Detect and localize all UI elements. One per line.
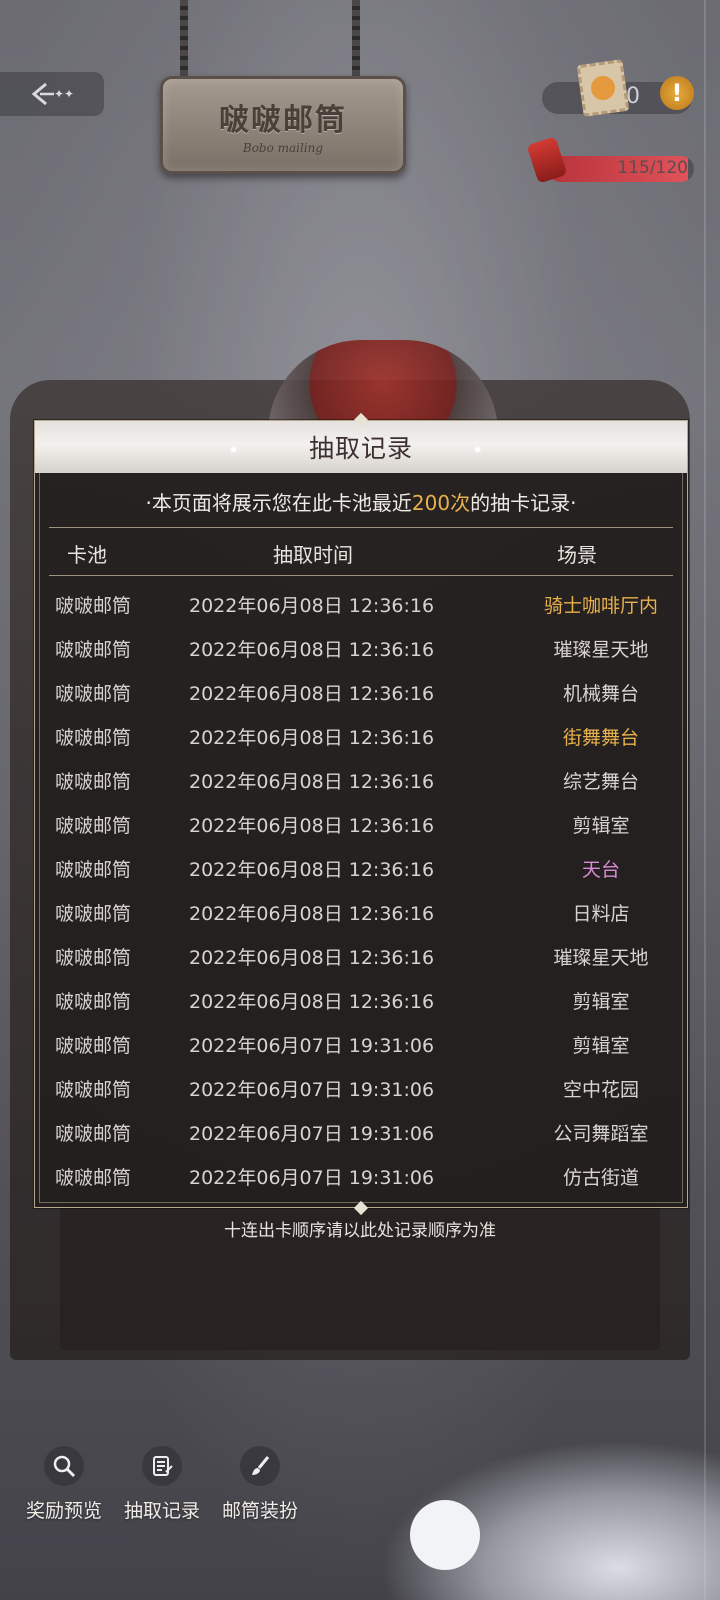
cell-scene: 公司舞蹈室 <box>553 1123 649 1145</box>
cell-scene: 天台 <box>581 859 620 881</box>
dialog-header: 抽取记录 <box>35 421 687 473</box>
column-header-pool: 卡池 <box>67 543 107 567</box>
nav-label: 抽取记录 <box>123 1500 200 1522</box>
svg-text:✦✦: ✦✦ <box>54 87 74 101</box>
cell-time: 2022年06月08日 12:36:16 <box>189 771 435 793</box>
energy-text: 115/120 <box>617 158 688 178</box>
column-header-time: 抽取时间 <box>273 543 353 567</box>
cell-scene: 璀璨星天地 <box>553 947 649 969</box>
cell-time: 2022年06月07日 19:31:06 <box>189 1079 435 1101</box>
cell-time: 2022年06月07日 19:31:06 <box>189 1123 435 1145</box>
cell-time: 2022年06月08日 12:36:16 <box>189 859 435 881</box>
nav-draw-record[interactable]: 抽取记录 <box>112 1446 212 1523</box>
cell-pool: 啵啵邮筒 <box>55 815 132 837</box>
cell-time: 2022年06月08日 12:36:16 <box>189 727 435 749</box>
cell-time: 2022年06月08日 12:36:16 <box>189 991 435 1013</box>
table-row: 啵啵邮筒 2022年06月08日 12:36:16 综艺舞台 <box>35 757 687 801</box>
dialog-title: 抽取记录 <box>308 434 413 463</box>
cell-scene: 空中花园 <box>562 1079 639 1101</box>
table-row: 啵啵邮筒 2022年06月07日 19:31:06 空中花园 <box>35 1065 687 1109</box>
cell-pool: 啵啵邮筒 <box>55 1167 132 1189</box>
table-row: 啵啵邮筒 2022年06月08日 12:36:16 机械舞台 <box>35 669 687 713</box>
table-row: 啵啵邮筒 2022年06月08日 12:36:16 剪辑室 <box>35 977 687 1021</box>
cell-pool: 啵啵邮筒 <box>55 1079 132 1101</box>
cell-scene: 日料店 <box>572 903 630 925</box>
divider <box>49 527 673 528</box>
table-row: 啵啵邮筒 2022年06月08日 12:36:16 街舞舞台 <box>35 713 687 757</box>
cell-scene: 机械舞台 <box>562 683 639 705</box>
cell-pool: 啵啵邮筒 <box>55 947 132 969</box>
back-arrow-icon: ✦✦ <box>31 82 74 106</box>
table-row: 啵啵邮筒 2022年06月08日 12:36:16 天台 <box>35 845 687 889</box>
cell-time: 2022年06月08日 12:36:16 <box>189 903 435 925</box>
notice-text: ·本页面将展示您在此卡池最近200次的抽卡记录· <box>35 487 687 516</box>
cell-time: 2022年06月08日 12:36:16 <box>189 947 435 969</box>
cell-scene: 综艺舞台 <box>562 771 639 793</box>
cell-scene: 剪辑室 <box>572 1035 630 1057</box>
cell-pool: 啵啵邮筒 <box>55 991 132 1013</box>
notice-prefix: ·本页面将展示您在此卡池最近 <box>145 491 412 515</box>
notice-highlight: 200次 <box>411 491 471 515</box>
notice-suffix: 的抽卡记录· <box>470 491 577 515</box>
cell-pool: 啵啵邮筒 <box>55 859 132 881</box>
cell-scene: 街舞舞台 <box>562 727 639 749</box>
magnifier-icon <box>44 1446 84 1486</box>
cell-pool: 啵啵邮筒 <box>55 683 132 705</box>
cell-pool: 啵啵邮筒 <box>55 595 132 617</box>
sign-subtitle: Bobo mailing <box>242 141 324 155</box>
draw-record-dialog: 抽取记录 ·本页面将展示您在此卡池最近200次的抽卡记录· 卡池 抽取时间 场景… <box>34 412 688 1216</box>
cell-scene: 剪辑室 <box>572 991 630 1013</box>
table-row: 啵啵邮筒 2022年06月07日 19:31:06 公司舞蹈室 <box>35 1109 687 1153</box>
sign-chain-left <box>180 0 188 80</box>
column-header-scene: 场景 <box>557 543 597 567</box>
table-row: 啵啵邮筒 2022年06月08日 12:36:16 剪辑室 <box>35 801 687 845</box>
cell-time: 2022年06月08日 12:36:16 <box>189 639 435 661</box>
cell-pool: 啵啵邮筒 <box>55 1123 132 1145</box>
cell-scene: 仿古街道 <box>562 1167 639 1189</box>
cell-pool: 啵啵邮筒 <box>55 771 132 793</box>
order-note: 十连出卡顺序请以此处记录顺序为准 <box>224 1221 496 1241</box>
cell-pool: 啵啵邮筒 <box>55 727 132 749</box>
table-row: 啵啵邮筒 2022年06月07日 19:31:06 仿古街道 <box>35 1153 687 1197</box>
edge-divider <box>704 0 706 1600</box>
sign-title: 啵啵邮筒 <box>219 103 347 138</box>
cell-time: 2022年06月08日 12:36:16 <box>189 815 435 837</box>
cell-pool: 啵啵邮筒 <box>55 1035 132 1057</box>
cell-scene: 骑士咖啡厅内 <box>543 595 658 617</box>
cell-pool: 啵啵邮筒 <box>55 639 132 661</box>
back-button[interactable]: ✦✦ <box>0 72 104 116</box>
table-row: 啵啵邮筒 2022年06月08日 12:36:16 璀璨星天地 <box>35 625 687 669</box>
notepad-icon <box>142 1446 182 1486</box>
header-sparkle <box>475 447 480 452</box>
cell-time: 2022年06月07日 19:31:06 <box>189 1167 435 1189</box>
table-row: 啵啵邮筒 2022年06月08日 12:36:16 骑士咖啡厅内 <box>35 581 687 625</box>
table-row: 啵啵邮筒 2022年06月08日 12:36:16 日料店 <box>35 889 687 933</box>
cell-scene: 璀璨星天地 <box>553 639 649 661</box>
cell-time: 2022年06月07日 19:31:06 <box>189 1035 435 1057</box>
nav-label: 邮筒装扮 <box>221 1500 298 1522</box>
nav-label: 奖励预览 <box>25 1500 102 1522</box>
brush-icon <box>240 1446 280 1486</box>
divider <box>49 575 673 576</box>
energy-bar: 115/120 <box>548 156 694 182</box>
stamp-count: 0 <box>626 84 640 109</box>
table-row: 啵啵邮筒 2022年06月07日 19:31:06 剪辑室 <box>35 1021 687 1065</box>
table-row: 啵啵邮筒 2022年06月08日 12:36:16 璀璨星天地 <box>35 933 687 977</box>
nav-reward-preview[interactable]: 奖励预览 <box>14 1446 114 1523</box>
stamp-icon <box>576 59 630 117</box>
snowman-decoration <box>410 1500 480 1570</box>
alert-icon[interactable]: ! <box>660 76 694 110</box>
cell-scene: 剪辑室 <box>572 815 630 837</box>
nav-mailbox-decor[interactable]: 邮筒装扮 <box>210 1446 310 1523</box>
sign-chain-right <box>352 0 360 80</box>
cell-time: 2022年06月08日 12:36:16 <box>189 595 435 617</box>
header-sparkle <box>231 447 236 452</box>
cell-time: 2022年06月08日 12:36:16 <box>189 683 435 705</box>
cell-pool: 啵啵邮筒 <box>55 903 132 925</box>
mailbox-sign: 啵啵邮筒 Bobo mailing <box>160 76 406 174</box>
